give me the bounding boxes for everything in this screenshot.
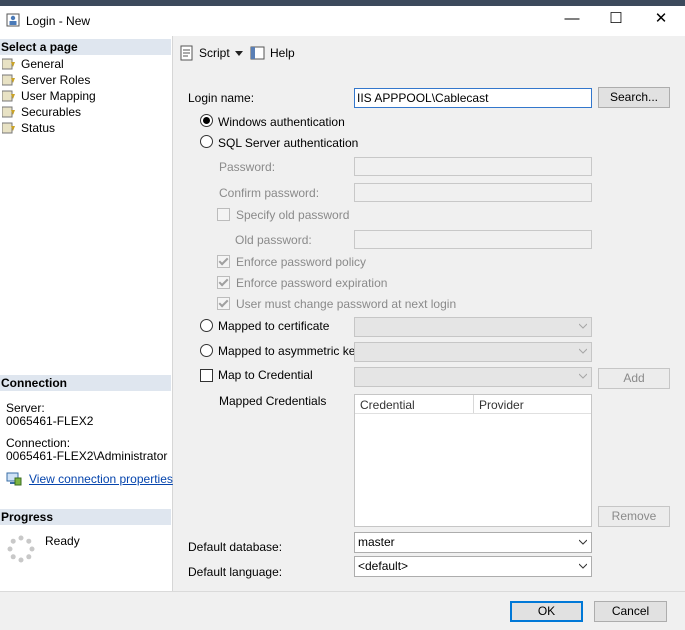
sidebar-item-label: Status [21, 121, 56, 135]
password-input [354, 157, 592, 176]
page-icon [2, 58, 15, 70]
window-title: Login - New [26, 14, 91, 28]
must-change-label: User must change password at next login [236, 297, 457, 311]
enforce-expiration-label: Enforce password expiration [236, 276, 388, 290]
confirm-password-input [354, 183, 592, 202]
password-label: Password: [219, 160, 276, 174]
sidebar-item-status[interactable]: Status [2, 120, 55, 136]
cancel-button[interactable]: Cancel [594, 601, 667, 622]
progress-header: Progress [0, 509, 171, 525]
login-name-input[interactable] [354, 88, 592, 108]
help-label: Help [270, 46, 295, 60]
chevron-down-icon [579, 563, 587, 569]
default-language-value: <default> [358, 559, 409, 573]
default-language-select[interactable]: <default> [354, 556, 592, 577]
default-database-value: master [358, 535, 395, 549]
specify-old-password-label: Specify old password [236, 208, 350, 222]
chevron-down-icon [579, 373, 587, 379]
add-credential-button: Add [598, 368, 670, 389]
mapped-certificate-label: Mapped to certificate [218, 319, 330, 333]
connection-properties-icon [6, 472, 22, 486]
page-icon [2, 74, 15, 86]
sql-auth-label: SQL Server authentication [218, 136, 359, 150]
sidebar-item-user-mapping[interactable]: User Mapping [2, 88, 96, 104]
page-icon [2, 106, 15, 118]
progress-spinner-icon [7, 535, 35, 563]
connection-header: Connection [0, 375, 171, 391]
help-icon [250, 46, 265, 60]
confirm-password-label: Confirm password: [219, 186, 320, 200]
script-label: Script [199, 46, 230, 60]
page-icon [2, 90, 15, 102]
mapped-credentials-label: Mapped Credentials [219, 394, 327, 408]
mapped-certificate-radio[interactable] [200, 319, 213, 332]
enforce-policy-label: Enforce password policy [236, 255, 367, 269]
default-database-select[interactable]: master [354, 532, 592, 553]
sidebar-item-label: Server Roles [21, 73, 91, 87]
asym-key-select [354, 342, 592, 362]
dialog-footer: OK Cancel [0, 591, 685, 630]
enforce-expiration-checkbox [217, 276, 230, 289]
mapped-asym-key-radio[interactable] [200, 344, 213, 357]
chevron-down-icon [579, 348, 587, 354]
credential-column-header[interactable]: Credential [360, 398, 415, 412]
windows-auth-radio[interactable] [200, 114, 213, 127]
general-page: Script Help Login name: Search... Window… [173, 36, 685, 591]
page-icon [2, 122, 15, 134]
minimize-button[interactable]: — [552, 6, 592, 32]
login-app-icon [6, 13, 20, 27]
old-password-input [354, 230, 592, 249]
progress-status: Ready [45, 534, 80, 548]
close-button[interactable]: ✕ [641, 6, 681, 32]
server-label: Server: [6, 401, 45, 415]
certificate-select [354, 317, 592, 337]
windows-auth-label: Windows authentication [218, 115, 345, 129]
sidebar-item-label: User Mapping [21, 89, 96, 103]
map-credential-label: Map to Credential [218, 368, 313, 382]
sidebar: Select a page General Server Roles User … [0, 36, 173, 591]
login-name-label: Login name: [188, 91, 255, 105]
maximize-button[interactable]: ☐ [596, 6, 636, 32]
mapped-credentials-grid[interactable]: Credential Provider [354, 394, 592, 527]
sql-auth-radio[interactable] [200, 135, 213, 148]
chevron-down-icon [579, 323, 587, 329]
must-change-checkbox [217, 297, 230, 310]
select-page-header: Select a page [0, 39, 171, 55]
mapped-asym-key-label: Mapped to asymmetric key [218, 344, 362, 358]
sidebar-item-label: General [21, 57, 64, 71]
title-bar: Login - New — ☐ ✕ [0, 6, 685, 36]
sidebar-item-securables[interactable]: Securables [2, 104, 81, 120]
connection-value: 0065461-FLEX2\Administrator [6, 449, 168, 463]
ok-button[interactable]: OK [510, 601, 583, 622]
column-divider [473, 395, 474, 413]
enforce-policy-checkbox [217, 255, 230, 268]
chevron-down-icon [579, 539, 587, 545]
script-dropdown-arrow-icon[interactable] [235, 51, 243, 56]
view-connection-properties-link[interactable]: View connection properties [29, 472, 173, 486]
sidebar-item-general[interactable]: General [2, 56, 64, 72]
server-value: 0065461-FLEX2 [6, 414, 94, 428]
default-database-label: Default database: [188, 540, 283, 554]
maximize-icon: ☐ [609, 10, 623, 27]
script-icon [180, 45, 193, 61]
map-credential-checkbox[interactable] [200, 369, 213, 382]
grid-header: Credential Provider [355, 395, 591, 414]
close-icon: ✕ [654, 10, 668, 27]
provider-column-header[interactable]: Provider [479, 398, 524, 412]
login-name-field[interactable] [355, 89, 591, 107]
sidebar-item-server-roles[interactable]: Server Roles [2, 72, 90, 88]
sidebar-item-label: Securables [21, 105, 82, 119]
search-button[interactable]: Search... [598, 87, 670, 108]
minimize-icon: — [564, 10, 580, 27]
credential-select [354, 367, 592, 387]
connection-label: Connection: [6, 436, 71, 450]
remove-credential-button: Remove [598, 506, 670, 527]
specify-old-password-checkbox [217, 208, 230, 221]
default-language-label: Default language: [188, 565, 283, 579]
old-password-label: Old password: [235, 233, 312, 247]
